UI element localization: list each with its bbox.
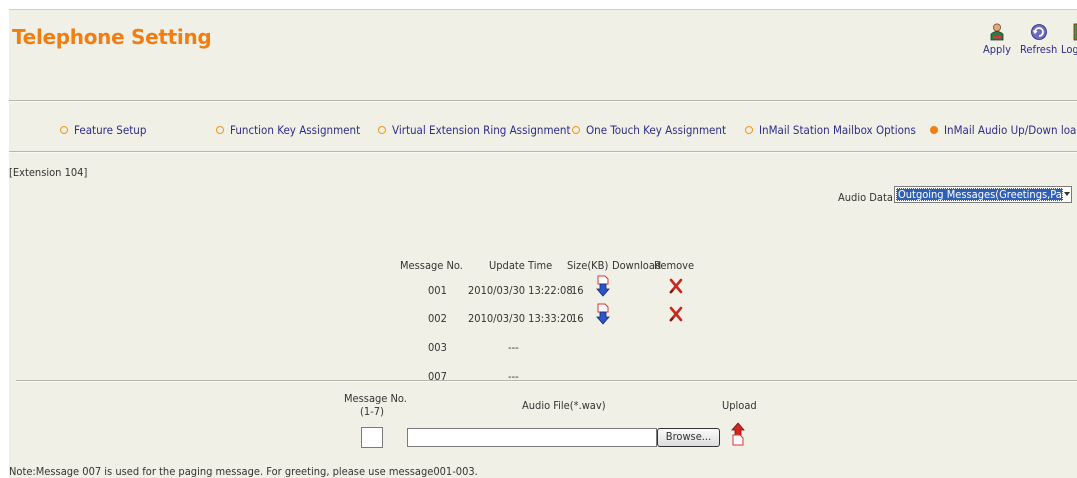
audio-file-input[interactable]	[407, 428, 657, 447]
logout-label: Logout	[1061, 43, 1077, 56]
upload-msgno-label-line2: (1-7)	[360, 405, 384, 418]
paging-note: Note:Message 007 is used for the paging …	[9, 465, 478, 478]
tab-label: InMail Station Mailbox Options	[759, 123, 916, 137]
tabs-divider	[9, 151, 1077, 153]
row-size: 16	[571, 312, 584, 325]
upload-msgno-label: Message No. (1-7)	[344, 392, 407, 418]
radio-dot-icon	[60, 126, 68, 134]
upload-icon[interactable]	[731, 422, 745, 446]
chevron-down-icon	[1064, 192, 1070, 196]
tab-label: Feature Setup	[74, 123, 147, 137]
row-size: 16	[571, 284, 584, 297]
row-update-time: 2010/03/30 13:22:08	[468, 284, 573, 297]
radio-dot-icon	[216, 126, 224, 134]
header-message-no: Message No.	[400, 259, 463, 272]
tab-label: Function Key Assignment	[230, 123, 361, 137]
upload-divider	[16, 380, 1077, 382]
tab-function-key-assignment[interactable]: Function Key Assignment	[216, 123, 360, 137]
header-size: Size(KB)	[567, 259, 609, 272]
tab-label: One Touch Key Assignment	[586, 123, 727, 137]
header-remove: Remove	[654, 259, 695, 272]
upload-label: Upload	[722, 399, 757, 412]
row-message-no: 003	[428, 341, 447, 354]
upload-msgno-label-line1: Message No.	[344, 392, 407, 405]
page-title: Telephone Setting	[12, 25, 212, 49]
tab-inmail-audio-updownload[interactable]: InMail Audio Up/Down load	[930, 123, 1077, 137]
refresh-button[interactable]: Refresh	[1020, 23, 1057, 56]
logout-button[interactable]: Logout	[1061, 23, 1077, 56]
page-frame: Telephone Setting Apply Refresh Log Feat…	[9, 9, 1077, 478]
radio-dot-icon	[745, 126, 753, 134]
refresh-icon	[1030, 24, 1047, 40]
tab-inmail-station-mailbox-options[interactable]: InMail Station Mailbox Options	[745, 123, 916, 137]
tab-label: Virtual Extension Ring Assignment	[392, 123, 571, 137]
row-update-time: ---	[508, 341, 519, 354]
row-message-no: 001	[428, 284, 447, 297]
tab-bar: Feature Setup Function Key Assignment Vi…	[9, 123, 1077, 139]
download-icon[interactable]	[596, 275, 610, 297]
remove-icon[interactable]	[669, 306, 683, 322]
apply-button[interactable]: Apply	[983, 23, 1011, 56]
remove-icon[interactable]	[669, 278, 683, 294]
apply-label: Apply	[983, 43, 1011, 56]
radio-dot-icon	[572, 126, 580, 134]
message-no-input[interactable]	[361, 427, 383, 448]
refresh-label: Refresh	[1020, 43, 1058, 56]
audio-file-label: Audio File(*.wav)	[522, 399, 606, 412]
header-update-time: Update Time	[489, 259, 553, 272]
radio-dot-icon	[378, 126, 386, 134]
tab-feature-setup[interactable]: Feature Setup	[60, 123, 146, 137]
extension-label: [Extension 104]	[9, 166, 88, 179]
header-divider	[9, 100, 1077, 102]
audio-data-selected-value: Outgoing Messages(Greetings,Paging)	[896, 188, 1063, 201]
radio-dot-icon	[930, 126, 938, 134]
tab-virtual-extension-ring-assignment[interactable]: Virtual Extension Ring Assignment	[378, 123, 571, 137]
audio-data-select[interactable]: Outgoing Messages(Greetings,Paging)	[894, 186, 1072, 203]
apply-person-icon	[990, 23, 1004, 41]
browse-button[interactable]: Browse...	[657, 428, 720, 447]
row-message-no: 002	[428, 312, 447, 325]
audio-data-label: Audio Data	[838, 191, 893, 204]
tab-label: InMail Audio Up/Down load	[944, 123, 1077, 137]
logout-door-icon	[1073, 23, 1077, 41]
download-icon[interactable]	[596, 303, 610, 325]
tab-one-touch-key-assignment[interactable]: One Touch Key Assignment	[572, 123, 726, 137]
row-update-time: 2010/03/30 13:33:20	[468, 312, 573, 325]
